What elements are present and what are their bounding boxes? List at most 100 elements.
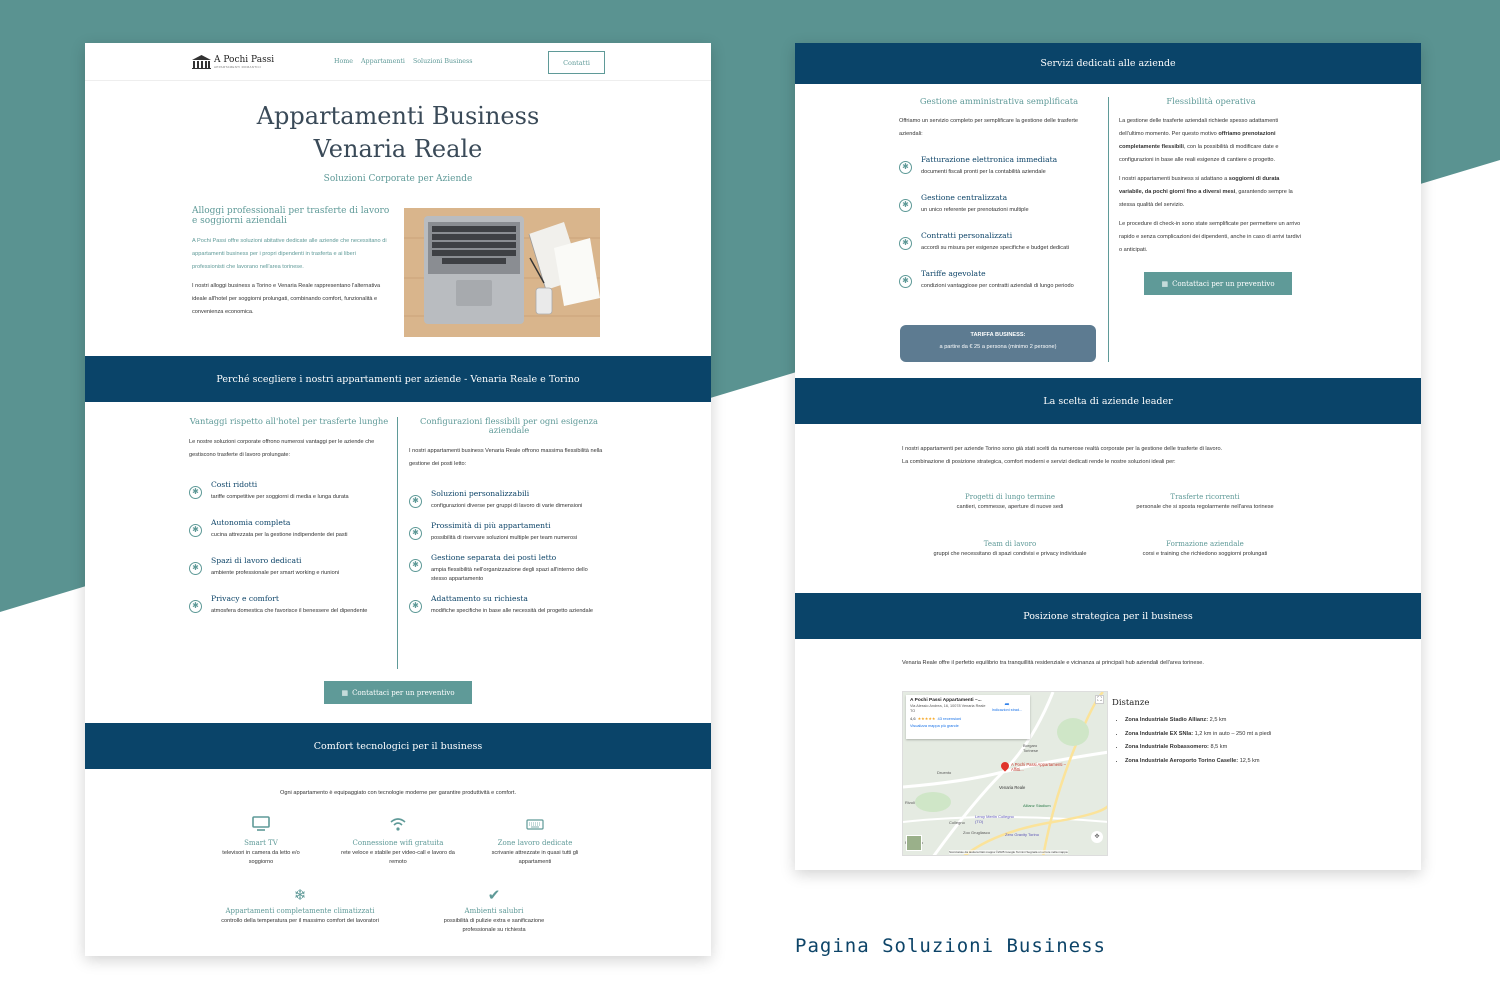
flessibilita-p2: I nostri appartamenti business si adatta… bbox=[1119, 176, 1293, 208]
distances-title: Distanze bbox=[1112, 698, 1150, 708]
feature-desc: atmosfera domestica che favorisce il ben… bbox=[211, 608, 368, 614]
leader-title: Team di lavoro bbox=[983, 540, 1037, 548]
asterisk-icon: ✱ bbox=[899, 161, 912, 174]
map-place-label: Zero Gravity Torino bbox=[1005, 832, 1039, 837]
intro-paragraph-2: I nostri alloggi business a Torino e Ven… bbox=[192, 283, 381, 315]
feature-desc: condizioni vantaggiose per contratti azi… bbox=[921, 283, 1074, 289]
feature-desc: modifiche specifiche in base alle necess… bbox=[431, 608, 594, 614]
leader-desc: cantieri, commesse, aperture di nuove se… bbox=[956, 504, 1064, 510]
leader-desc: corsi e training che richiedono soggiorn… bbox=[1142, 551, 1268, 557]
map-place-label: Venaria Reale bbox=[999, 785, 1026, 790]
logo[interactable]: A Pochi Passi APPARTAMENTI ROMANTICI bbox=[192, 55, 274, 69]
map-stars: ★★★★★ bbox=[917, 716, 936, 721]
gestione-title: Gestione amministrativa semplificata bbox=[919, 96, 1079, 106]
asterisk-icon: ✱ bbox=[189, 486, 202, 499]
directions-icon: ➦ bbox=[1004, 702, 1010, 708]
asterisk-icon: ✱ bbox=[189, 600, 202, 613]
map-info-card: A Pochi Passi Appartamenti –... Via Ales… bbox=[906, 695, 1030, 739]
feature-title: Autonomia completa bbox=[211, 518, 291, 527]
laptop-desk-photo bbox=[404, 208, 600, 337]
nav-home[interactable]: Home bbox=[334, 58, 353, 65]
gestione-intro: Offriamo un servizio completo per sempli… bbox=[899, 118, 1078, 137]
portfolio-caption: Pagina Soluzioni Business bbox=[795, 935, 1106, 957]
map-card-address: Via Alessio Andrea, 16, 10078 Venaria Re… bbox=[910, 704, 986, 713]
comfort-smart-tv: Smart TV televisori in camera da letto e… bbox=[215, 816, 307, 867]
leader-item-formazione: Formazione aziendale corsi e training ch… bbox=[1120, 540, 1290, 559]
tariff-text: a partire da € 25 a persona (minimo 2 pe… bbox=[939, 344, 1057, 350]
nav-soluzioni-business[interactable]: Soluzioni Business bbox=[413, 58, 473, 65]
feature-title: Gestione separata dei posti letto bbox=[431, 553, 557, 562]
gestione-amministrativa-column: Gestione amministrativa semplificata Off… bbox=[899, 97, 1099, 300]
feature-title: Spazi di lavoro dedicati bbox=[211, 556, 302, 565]
flessibilita-p1: La gestione delle trasferte aziendali ri… bbox=[1119, 118, 1279, 163]
feature-desc: un unico referente per prenotazioni mult… bbox=[921, 207, 1029, 213]
feature-desc: ambiente professionale per smart working… bbox=[211, 570, 340, 576]
leader-p1: I nostri appartamenti per aziende Torino… bbox=[902, 446, 1223, 452]
feature-title: Gestione centralizzata bbox=[921, 193, 1008, 202]
calendar-icon: ▦ bbox=[1161, 279, 1169, 288]
feature-title: Prossimità di più appartamenti bbox=[431, 521, 551, 530]
configurazioni-title: Configurazioni flessibili per ogni esige… bbox=[419, 416, 599, 435]
snowflake-icon: ❄ bbox=[293, 887, 307, 904]
asterisk-icon: ✱ bbox=[189, 524, 202, 537]
right-page-screenshot: Servizi dedicati alle aziende Gestione a… bbox=[795, 43, 1421, 870]
wifi-icon bbox=[390, 818, 406, 831]
main-nav: Home Appartamenti Soluzioni Business bbox=[334, 58, 473, 65]
feature-privacy: ✱ Privacy e comfort atmosfera domestica c… bbox=[189, 594, 389, 616]
flessibilita-p3: Le procedure di check-in sono state semp… bbox=[1119, 221, 1301, 253]
feature-autonomia: ✱ Autonomia completa cucina attrezzata pe… bbox=[189, 518, 389, 540]
feature-desc: documenti fiscali pronti per la contabil… bbox=[921, 169, 1046, 175]
leader-p2: La combinazione di posizione strategica,… bbox=[902, 459, 1176, 465]
map-place-label: Druento bbox=[937, 770, 952, 775]
map-place-label: Collegno bbox=[949, 820, 965, 825]
cta-label: Contattaci per un preventivo bbox=[1172, 279, 1275, 288]
feature-contratti: ✱ Contratti personalizzati accordi su mis… bbox=[899, 231, 1099, 253]
distance-item: Zona Industriale Aeroporto Torino Casell… bbox=[1125, 755, 1322, 769]
feature-adattamento: ✱ Adattamento su richiesta modifiche spec… bbox=[409, 594, 609, 616]
map-fullscreen-icon[interactable]: ⛶ bbox=[1095, 695, 1104, 704]
asterisk-icon: ✱ bbox=[409, 527, 422, 540]
feature-gestione-posti-letto: ✱ Gestione separata dei posti letto ampia… bbox=[409, 553, 609, 584]
map-rating: 4,6 bbox=[910, 716, 916, 721]
cta-label: Contattaci per un preventivo bbox=[352, 688, 455, 697]
feature-prossimita: ✱ Prossimità di più appartamenti possibil… bbox=[409, 521, 609, 543]
cta-preventivo-button-2[interactable]: ▦ Contattaci per un preventivo bbox=[1144, 272, 1292, 295]
feature-title: Fatturazione elettronica immediata bbox=[921, 155, 1058, 164]
feature-title: Contratti personalizzati bbox=[921, 231, 1013, 240]
site-header: A Pochi Passi APPARTAMENTI ROMANTICI Hom… bbox=[85, 43, 711, 81]
leader-item-trasferte: Trasferte ricorrenti personale che si sp… bbox=[1120, 493, 1290, 512]
distance-item: Zona Industriale Stadio Allianz: 2,5 km bbox=[1125, 714, 1322, 728]
map-bigger-link[interactable]: Visualizza mappa più grande bbox=[910, 724, 1026, 728]
section-band-comfort: Comfort tecnologici per il business bbox=[85, 723, 711, 769]
cta-preventivo-button[interactable]: ▦ Contattaci per un preventivo bbox=[324, 681, 472, 704]
nav-appartamenti[interactable]: Appartamenti bbox=[361, 58, 405, 65]
check-icon: ✔ bbox=[487, 887, 501, 904]
vantaggi-column: Vantaggi rispetto all'hotel per trasfert… bbox=[189, 417, 389, 625]
asterisk-icon: ✱ bbox=[899, 199, 912, 212]
hero-title-line2: Venaria Reale bbox=[313, 135, 483, 163]
hero-title-line1: Appartamenti Business bbox=[256, 102, 540, 130]
map-zoom-control[interactable]: ✥ bbox=[1091, 831, 1103, 843]
contatti-button[interactable]: Contatti bbox=[548, 51, 605, 74]
configurazioni-column: Configurazioni flessibili per ogni esige… bbox=[409, 417, 609, 625]
map-place-label: Zoo Grugliasco bbox=[963, 830, 991, 835]
section-band-servizi: Servizi dedicati alle aziende bbox=[795, 43, 1421, 84]
google-map[interactable]: Rivoli Collegno Venaria Reale Borgaro To… bbox=[902, 691, 1108, 856]
comfort-title: Zone lavoro dedicate bbox=[497, 839, 573, 847]
asterisk-icon: ✱ bbox=[409, 559, 422, 572]
feature-desc: tariffe competitive per soggiorni di med… bbox=[211, 494, 349, 500]
asterisk-icon: ✱ bbox=[189, 562, 202, 575]
logo-tagline: APPARTAMENTI ROMANTICI bbox=[214, 64, 262, 69]
map-thumbnail[interactable] bbox=[906, 835, 922, 851]
map-reviews[interactable]: 43 recensioni bbox=[938, 716, 962, 721]
feature-title: Soluzioni personalizzabili bbox=[431, 489, 530, 498]
comfort-desc: possibilità di pulizie extra e sanificaz… bbox=[443, 918, 545, 933]
feature-costi-ridotti: ✱ Costi ridotti tariffe competitive per s… bbox=[189, 480, 389, 502]
calendar-icon: ▦ bbox=[341, 688, 349, 697]
directions-label: Indicazioni strad... bbox=[991, 708, 1023, 712]
map-directions[interactable]: ➦ Indicazioni strad... bbox=[988, 701, 1026, 712]
map-place-label: Leroy Merlin Collegno (TO) bbox=[975, 814, 1014, 824]
feature-title: Tariffe agevolate bbox=[921, 269, 986, 278]
distance-item: Zona Industriale Robassomero: 8,5 km bbox=[1125, 741, 1322, 755]
feature-soluzioni-personalizzabili: ✱ Soluzioni personalizzabili configurazio… bbox=[409, 489, 609, 511]
